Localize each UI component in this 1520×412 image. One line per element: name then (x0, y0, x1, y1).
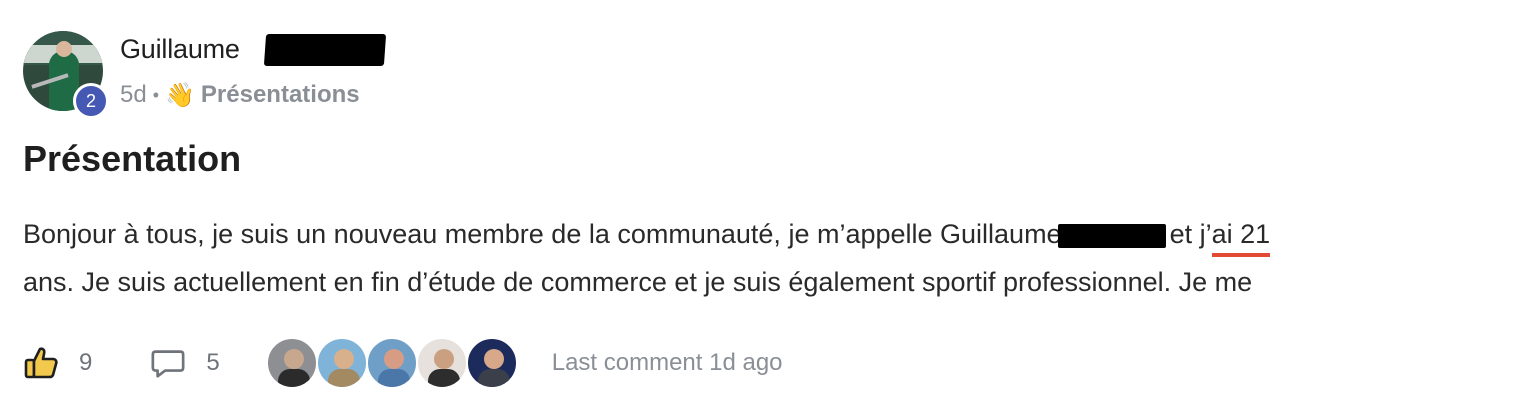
post-footer: 9 5 Last comment 1d ago (23, 337, 783, 389)
commenter-avatar[interactable] (315, 337, 368, 389)
comment-bubble-icon (150, 345, 186, 381)
avatar-torso (277, 369, 310, 387)
post-meta: 5d • 👋 Présentations (120, 80, 360, 110)
avatar-player-head (56, 41, 72, 57)
avatar-torso (377, 369, 410, 387)
post-body-line-1: Bonjour à tous, je suis un nouveau membr… (23, 210, 1493, 258)
avatar-face (433, 349, 454, 369)
redacted-surname-inline (1057, 223, 1166, 248)
commenter-avatar[interactable] (365, 337, 418, 389)
author-name[interactable]: Guillaume (120, 34, 240, 65)
level-badge: 2 (73, 83, 109, 119)
comment-button[interactable]: 5 (150, 345, 220, 381)
thumbs-up-icon (23, 345, 59, 381)
avatar-face (483, 349, 504, 369)
avatar-torso (327, 369, 360, 387)
avatar-face (283, 349, 304, 369)
like-button[interactable]: 9 (23, 345, 92, 381)
community-post: 2 Guillaume 5d • 👋 Présentations Présent… (0, 0, 1520, 412)
commenter-avatar[interactable] (265, 337, 318, 389)
avatar-torso (477, 369, 510, 387)
redacted-surname (263, 34, 387, 66)
commenter-avatar[interactable] (465, 337, 518, 389)
comment-count: 5 (206, 349, 220, 376)
last-comment-time[interactable]: Last comment 1d ago (552, 349, 783, 377)
avatar-torso (427, 369, 460, 387)
waving-hand-icon: 👋 (165, 81, 195, 109)
commenter-avatars[interactable] (265, 337, 518, 389)
body-text-segment: et j’ (1169, 219, 1212, 249)
avatar-face (333, 349, 354, 369)
commenter-avatar[interactable] (415, 337, 468, 389)
body-text-segment: Bonjour à tous, je suis un nouveau membr… (23, 219, 1062, 249)
avatar-face (383, 349, 404, 369)
post-body-line-2: ans. Je suis actuellement en fin d’étude… (23, 267, 1253, 297)
post-title[interactable]: Présentation (23, 138, 241, 180)
category-link[interactable]: Présentations (201, 81, 360, 109)
underlined-age: ai 21 (1211, 219, 1271, 257)
meta-separator: • (152, 84, 160, 105)
like-count: 9 (79, 349, 93, 376)
post-body[interactable]: Bonjour à tous, je suis un nouveau membr… (23, 210, 1493, 306)
post-time: 5d (120, 81, 147, 108)
